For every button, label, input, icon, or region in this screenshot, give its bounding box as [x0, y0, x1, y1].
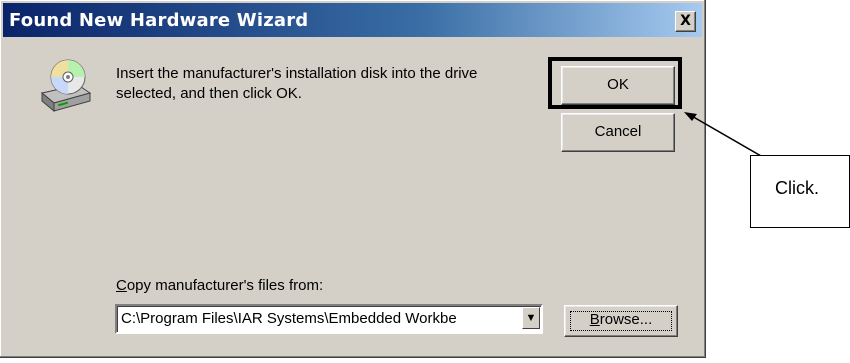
- browse-mnemonic: B: [589, 311, 600, 328]
- callout-text: Click.: [775, 178, 819, 198]
- disk-drive-icon: [40, 59, 92, 113]
- browse-button[interactable]: Browse...: [564, 305, 678, 337]
- dialog-title: Found New Hardware Wizard: [9, 10, 309, 31]
- click-callout-box: Click.: [750, 155, 850, 228]
- browse-label: Browse...: [590, 311, 653, 328]
- message-line-1: Insert the manufacturer's installation d…: [116, 65, 478, 82]
- copy-from-mnemonic: C: [116, 277, 127, 294]
- copy-from-label-text: opy manufacturer's files from:: [126, 277, 324, 294]
- copy-from-combobox[interactable]: C:\Program Files\IAR Systems\Embedded Wo…: [115, 304, 543, 334]
- dropdown-arrow-icon[interactable]: ▼: [522, 307, 540, 329]
- cancel-button[interactable]: Cancel: [561, 113, 675, 152]
- instruction-message: Insert the manufacturer's installation d…: [116, 64, 536, 104]
- title-bar: Found New Hardware Wizard X: [3, 3, 702, 37]
- close-button[interactable]: X: [675, 11, 696, 32]
- ok-button[interactable]: OK: [561, 66, 675, 105]
- copy-from-label: Copy manufacturer's files from:: [116, 277, 323, 294]
- found-new-hardware-dialog: Found New Hardware Wizard X Insert the m…: [0, 0, 706, 358]
- copy-from-path-input[interactable]: C:\Program Files\IAR Systems\Embedded Wo…: [121, 310, 516, 327]
- message-line-2: selected, and then click OK.: [116, 85, 302, 102]
- browse-label-text: rowse...: [599, 311, 653, 328]
